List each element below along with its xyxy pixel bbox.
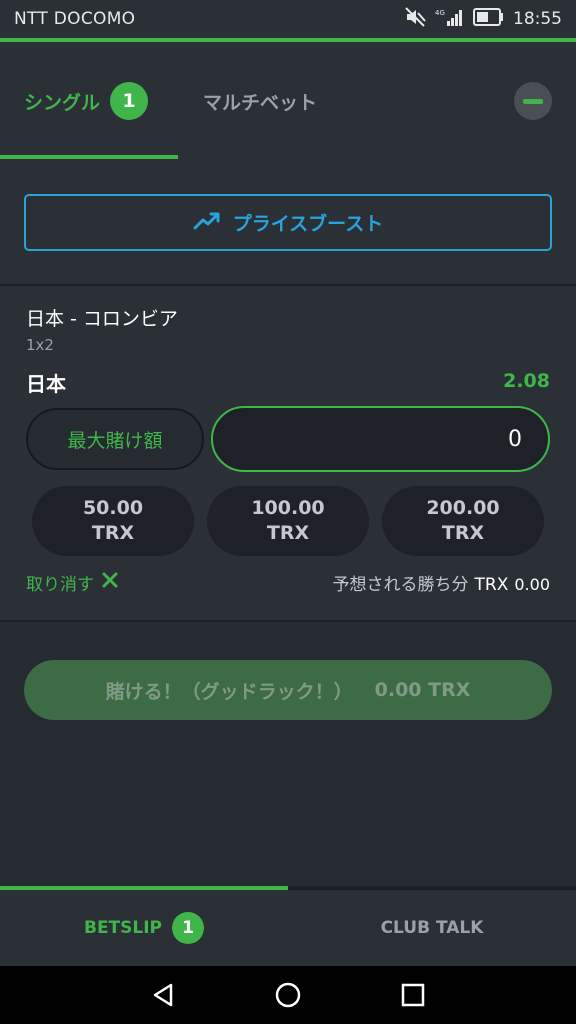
single-count-badge: 1 [110,82,149,120]
carrier-name: NTT DOCOMO [14,9,136,29]
trending-up-icon [193,211,221,235]
bet-card: 日本 - コロンビア 1x2 日本 2.08 最大賭け額 50.00 TRX 1… [0,286,576,620]
divider [0,620,576,622]
cancel-label: 取り消す [26,575,94,595]
clock: 18:55 [513,9,562,29]
bottom-tabs: BETSLIP 1 CLUB TALK [0,886,576,966]
match-name: 日本 - コロンビア [26,308,178,330]
returns-currency: TRX [474,575,509,595]
close-icon [102,572,118,593]
stake-input[interactable] [211,406,550,472]
max-stake-button[interactable]: 最大賭け額 [26,408,204,470]
quick-amount-currency: TRX [441,522,485,544]
place-bet-amount: 0.00 TRX [374,679,471,701]
quick-amount-value: 100.00 [251,497,325,519]
active-tab-indicator [0,155,178,159]
system-nav-bar [0,966,576,1024]
recents-icon[interactable] [399,981,427,1009]
signal-icon: 4G [435,7,465,31]
price-boost-label: プライスブースト [232,213,384,235]
collapse-button[interactable] [514,82,552,120]
quick-amount-button[interactable]: 200.00 TRX [382,486,544,556]
place-bet-button[interactable]: 賭ける！（グッドラック！） 0.00 TRX [24,660,552,720]
market-type: 1x2 [26,336,54,354]
quick-amount-value: 200.00 [426,497,500,519]
status-bar: NTT DOCOMO 4G 18:55 [0,0,576,38]
returns-label: 予想される勝ち分 [332,575,469,595]
quick-amount-value: 50.00 [82,497,144,519]
mute-icon [405,7,427,31]
odds-value: 2.08 [503,370,550,392]
svg-text:4G: 4G [435,9,445,17]
tab-single-label: シングル [24,91,101,114]
betslip-tabs: シングル 1 マルチベット [0,42,576,202]
tab-club-talk[interactable]: CLUB TALK [288,890,576,966]
returns-value: 0.00 [514,575,550,594]
tab-single[interactable]: シングル 1 [24,82,149,120]
price-boost-section: プライスブースト [0,160,576,284]
betslip-count-badge: 1 [172,912,205,944]
battery-icon [473,8,505,30]
tab-betslip[interactable]: BETSLIP 1 [0,890,288,966]
quick-amount-currency: TRX [266,522,310,544]
status-icons: 4G 18:55 [405,7,562,31]
potential-returns: 予想される勝ち分 TRX 0.00 [333,570,550,595]
home-icon[interactable] [274,981,302,1009]
tab-multibet[interactable]: マルチベット [203,88,317,115]
price-boost-button[interactable]: プライスブースト [24,194,552,251]
quick-amount-button[interactable]: 50.00 TRX [32,486,194,556]
cancel-bet-button[interactable]: 取り消す [26,570,118,595]
tab-betslip-label: BETSLIP [83,918,163,938]
selection-name: 日本 [26,372,66,396]
back-icon[interactable] [149,981,177,1009]
minus-icon [523,98,543,104]
quick-amount-currency: TRX [91,522,135,544]
place-bet-label: 賭ける！（グッドラック！） [105,680,353,703]
quick-amount-button[interactable]: 100.00 TRX [207,486,369,556]
